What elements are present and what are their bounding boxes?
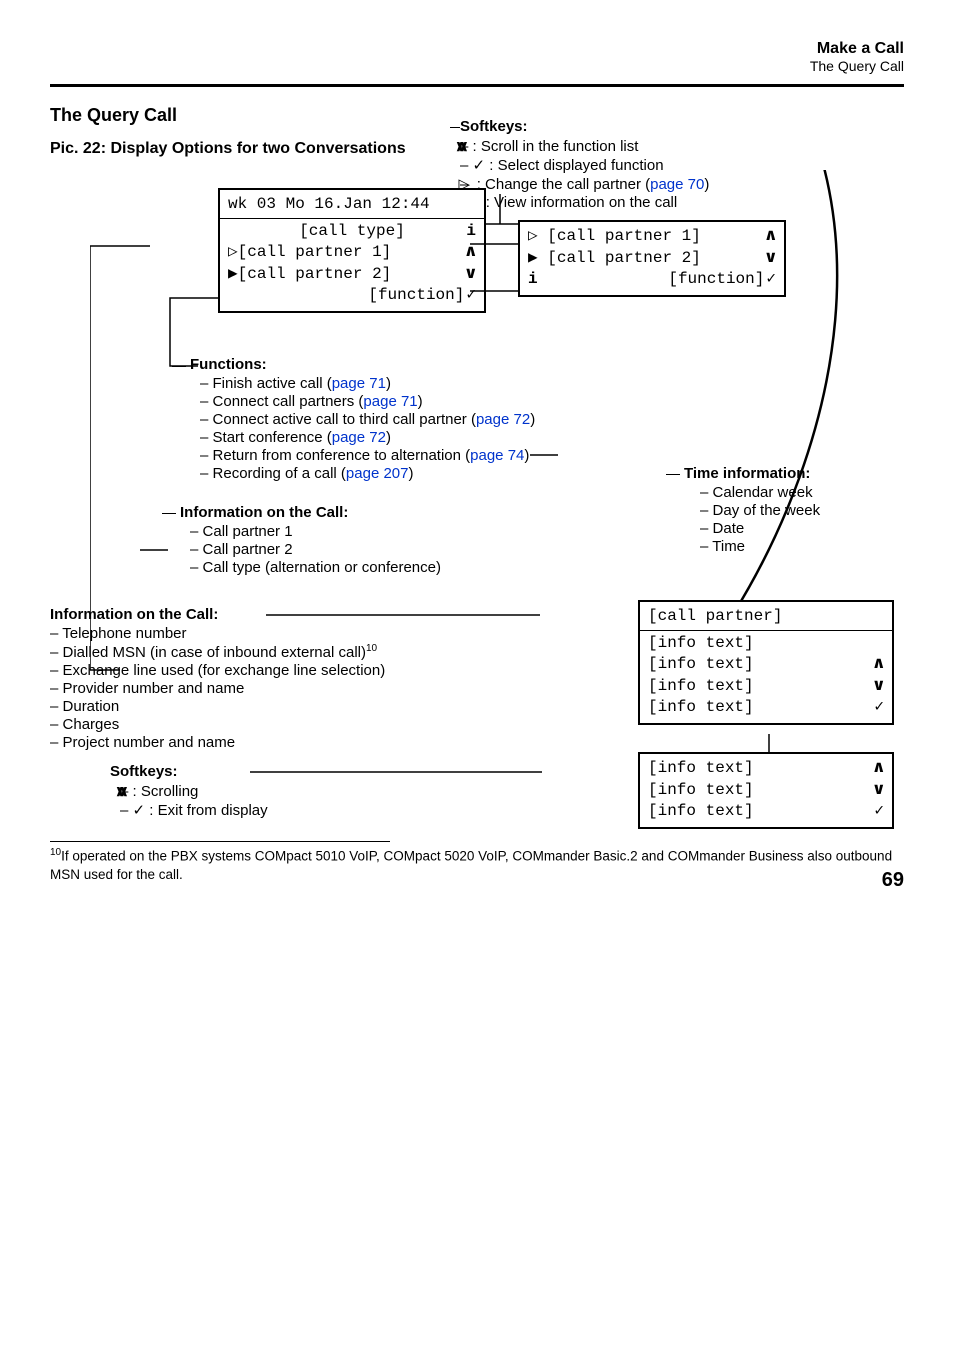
footnote-rule bbox=[50, 841, 390, 842]
func-start-conf: Start conference (page 72) bbox=[200, 429, 904, 446]
info-call-1-title: Information on the Call: bbox=[180, 504, 348, 521]
header-subtitle: The Query Call bbox=[50, 58, 904, 74]
check-icon: ✓ bbox=[466, 285, 476, 307]
down-icon: ∨ bbox=[465, 264, 478, 286]
play-solid-icon: ▶ bbox=[528, 248, 538, 270]
info1-partner2: Call partner 2 bbox=[190, 541, 904, 558]
lcd-partner1: [call partner 1] bbox=[238, 243, 392, 261]
play-hollow-icon: ▷ bbox=[228, 242, 238, 264]
info-call-1-list: Call partner 1 Call partner 2 Call type … bbox=[190, 523, 904, 576]
down-icon: ∨ bbox=[873, 780, 886, 802]
header-rule bbox=[50, 84, 904, 87]
info2-exchange-line: Exchange line used (for exchange line se… bbox=[50, 662, 520, 679]
lcd-bottom-info: [info text] bbox=[648, 780, 754, 802]
lcd-bottom-info: [info text] bbox=[648, 697, 754, 719]
lcd-bottom-info: [info text] bbox=[648, 758, 754, 780]
lcd-bottom-b: [info text] ∧ [info text] ∨ [info text] ✓ bbox=[638, 752, 894, 829]
info2-dialled-msn: Dialled MSN (in case of inbound external… bbox=[50, 643, 520, 661]
page-header: Make a Call The Query Call bbox=[50, 40, 904, 74]
check-icon: ✓ bbox=[874, 801, 884, 823]
lcd-main: wk 03 Mo 16.Jan 12:44 [call type] i ▷[ca… bbox=[218, 188, 486, 313]
info-call-callout-1: Information on the Call: Call partner 1 … bbox=[180, 504, 904, 576]
lcd-side-partner2: [call partner 2] bbox=[547, 249, 701, 267]
check-icon: ✓ bbox=[766, 270, 776, 288]
figure-caption: Pic. 22: Display Options for two Convers… bbox=[50, 140, 410, 158]
softkey2-scroll: ∧∨: Scrolling bbox=[120, 782, 520, 800]
play-hollow-icon: ▷ bbox=[528, 226, 538, 248]
info-icon: i bbox=[528, 269, 538, 291]
lcd-bottom-a: [call partner] [info text] [info text]∧ … bbox=[638, 600, 894, 725]
lcd-bottom-info: [info text] bbox=[648, 633, 884, 655]
info-call-2-title: Information on the Call: bbox=[50, 606, 218, 623]
lcd-bottom-partner: [call partner] bbox=[648, 606, 884, 628]
up-icon: ∧ bbox=[765, 226, 778, 248]
lcd-bottom-info: [info text] bbox=[648, 676, 754, 698]
softkey-scroll: ∧∨: Scroll in the function list bbox=[460, 137, 860, 155]
softkey2-exit: ✓ : Exit from display bbox=[120, 801, 520, 819]
func-connect-partners: Connect call partners (page 71) bbox=[200, 393, 904, 410]
play-solid-icon: ▶ bbox=[228, 264, 238, 286]
page-number: 69 bbox=[882, 869, 904, 892]
info2-tel: Telephone number bbox=[50, 625, 520, 642]
up-icon: ∧ bbox=[873, 654, 886, 676]
lcd-bottom-info: [info text] bbox=[648, 801, 754, 823]
info2-charges: Charges bbox=[50, 716, 520, 733]
lcd-side-partner1: [call partner 1] bbox=[547, 227, 701, 245]
lcd-datetime: wk 03 Mo 16.Jan 12:44 bbox=[228, 194, 430, 216]
info-call-2-list: Telephone number Dialled MSN (in case of… bbox=[50, 625, 520, 751]
info2-project: Project number and name bbox=[50, 734, 520, 751]
footnote-sup: 10 bbox=[50, 847, 61, 858]
info2-duration: Duration bbox=[50, 698, 520, 715]
down-icon: ∨ bbox=[873, 676, 886, 698]
softkeys-top-title: Softkeys: bbox=[460, 118, 528, 135]
lcd-function: [function] bbox=[368, 285, 464, 307]
func-return-conf: Return from conference to alternation (p… bbox=[200, 447, 904, 464]
softkeys-bottom-list: ∧∨: Scrolling ✓ : Exit from display bbox=[120, 782, 520, 819]
header-title: Make a Call bbox=[50, 40, 904, 58]
time-cal-week: Calendar week bbox=[700, 484, 904, 501]
footnote-text: If operated on the PBX systems COMpact 5… bbox=[50, 849, 892, 882]
time-info-title: Time information: bbox=[684, 465, 810, 482]
footnote: 10If operated on the PBX systems COMpact… bbox=[50, 846, 904, 884]
lower-section: Information on the Call: Telephone numbe… bbox=[50, 606, 904, 819]
lcd-side: ▷ [call partner 1] ∧ ▶ [call partner 2] … bbox=[518, 220, 786, 297]
lcd-side-function: [function] bbox=[668, 270, 764, 288]
functions-callout: Functions: Finish active call (page 71) … bbox=[190, 356, 904, 482]
up-icon: ∧ bbox=[465, 242, 478, 264]
softkeys-bottom-callout: Softkeys: ∧∨: Scrolling ✓ : Exit from di… bbox=[110, 763, 520, 819]
lcd-bottom-info: [info text] bbox=[648, 654, 754, 676]
softkeys-bottom-title: Softkeys: bbox=[110, 763, 178, 780]
lcd-call-type: [call type] bbox=[299, 222, 405, 240]
func-finish: Finish active call (page 71) bbox=[200, 375, 904, 392]
info-icon: i bbox=[466, 221, 476, 243]
info-call-callout-2: Information on the Call: Telephone numbe… bbox=[50, 606, 520, 819]
lcd-partner2: [call partner 2] bbox=[238, 265, 392, 283]
info2-provider: Provider number and name bbox=[50, 680, 520, 697]
down-icon: ∨ bbox=[765, 248, 778, 270]
info1-calltype: Call type (alternation or conference) bbox=[190, 559, 904, 576]
up-icon: ∧ bbox=[873, 758, 886, 780]
func-connect-third: Connect active call to third call partne… bbox=[200, 411, 904, 428]
functions-title: Functions: bbox=[190, 356, 267, 373]
lcd-diagram-row: wk 03 Mo 16.Jan 12:44 [call type] i ▷[ca… bbox=[50, 166, 904, 326]
check-icon: ✓ bbox=[874, 697, 884, 719]
info1-partner1: Call partner 1 bbox=[190, 523, 904, 540]
